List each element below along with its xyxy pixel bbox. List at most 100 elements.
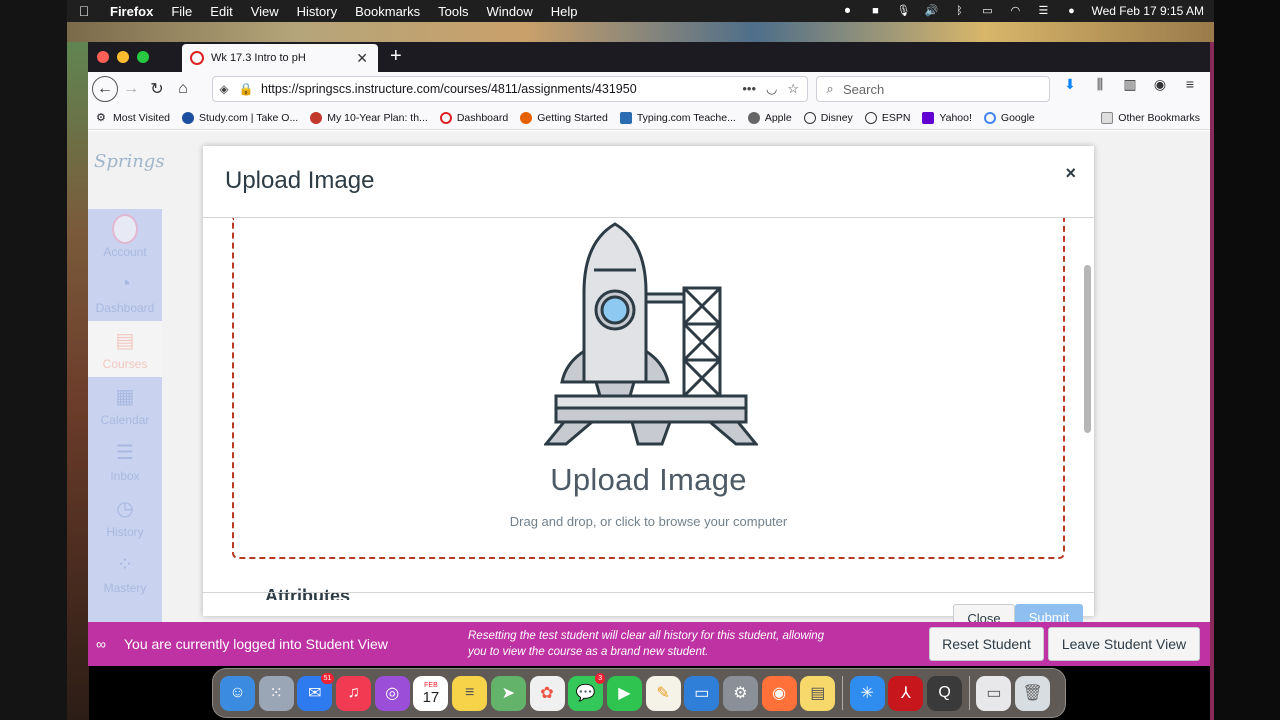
finder-icon[interactable]: ☺	[220, 675, 255, 711]
dock: ☺ ⁙ ✉ 51 ♫ ◎ FEB 17 ≡ ➤ ✿ 💬 3 ▶ ✎ ▭ ⚙ ◉ ▤ ✳…	[212, 668, 1066, 718]
system-preferences-icon[interactable]: ⚙	[722, 675, 758, 711]
library-icon[interactable]: ⫼	[1090, 76, 1110, 93]
stop-recording-icon[interactable]: ⏺	[839, 5, 855, 17]
sidebar-icon[interactable]: ▥	[1120, 76, 1140, 93]
control-center-icon[interactable]: ☰	[1035, 5, 1051, 17]
mail-icon[interactable]: ✉ 51	[297, 672, 335, 711]
downloads-icon[interactable]: ⬇	[1060, 76, 1080, 93]
bookmarks-toolbar: ⚙ Most Visited Study.com | Take O... My 1…	[88, 106, 1210, 130]
menu-view[interactable]: View	[242, 4, 288, 19]
lock-icon[interactable]: 🔒	[235, 82, 257, 96]
image-dropzone[interactable]: Upload Image Drag and drop, or click to …	[232, 218, 1065, 559]
canvas-favicon-icon	[439, 111, 452, 124]
siri-icon[interactable]: ●	[1063, 5, 1079, 17]
bookmark-other[interactable]: Other Bookmarks	[1101, 111, 1200, 124]
bookmark-google[interactable]: Google	[983, 111, 1035, 124]
forward-arrow-icon[interactable]: →	[118, 76, 144, 102]
messages-icon[interactable]: 💬 3	[568, 672, 606, 711]
apple-icon[interactable]: 	[67, 3, 101, 19]
menu-bar:  Firefox File Edit View History Bookmar…	[67, 0, 1214, 22]
page-actions-icon[interactable]: •••	[742, 81, 756, 97]
modal-scrollbar[interactable]	[1084, 265, 1091, 433]
search-field[interactable]: ⌕ Search	[816, 76, 1050, 102]
nav-account[interactable]: Account	[88, 209, 162, 265]
camera-icon[interactable]: ■	[867, 5, 883, 17]
pocket-icon[interactable]: ◡	[766, 81, 777, 97]
menubar-clock[interactable]: Wed Feb 17 9:15 AM	[1091, 4, 1204, 18]
nav-dashboard[interactable]: ◔ Dashboard	[88, 265, 162, 321]
bookmark-study[interactable]: Study.com | Take O...	[182, 111, 298, 124]
back-arrow-icon[interactable]: ←	[92, 76, 118, 102]
account-icon[interactable]: ◉	[1150, 76, 1170, 93]
menu-history[interactable]: History	[288, 4, 346, 19]
nav-history[interactable]: ◷ History	[88, 489, 162, 545]
bookmark-getting-started[interactable]: Getting Started	[520, 111, 608, 124]
menu-app-name[interactable]: Firefox	[101, 4, 162, 19]
menu-tools[interactable]: Tools	[429, 4, 477, 19]
volume-icon[interactable]: 🔊	[923, 5, 939, 17]
nav-calendar[interactable]: ▦ Calendar	[88, 377, 162, 433]
student-view-message: You are currently logged into Student Vi…	[124, 636, 388, 652]
firefox-icon[interactable]: ◉	[761, 675, 797, 711]
menu-window[interactable]: Window	[478, 4, 542, 19]
podcasts-icon[interactable]: ◎	[374, 675, 410, 711]
tab-close-icon[interactable]: ✕	[356, 50, 368, 67]
bookmark-typing[interactable]: Typing.com Teache...	[619, 111, 736, 124]
notes-icon[interactable]: ≡	[452, 675, 488, 711]
battery-icon[interactable]: ▭	[979, 5, 995, 17]
window-zoom-button[interactable]	[137, 51, 149, 63]
bookmark-label: Other Bookmarks	[1118, 111, 1200, 124]
tracking-shield-icon[interactable]: ◈	[213, 82, 235, 96]
reload-icon[interactable]: ↻	[144, 76, 170, 102]
music-icon[interactable]: ♫	[336, 675, 372, 711]
leave-student-view-button[interactable]: Leave Student View	[1048, 627, 1200, 661]
acrobat-icon[interactable]: ⅄	[888, 675, 924, 711]
facetime-icon[interactable]: ▶	[606, 675, 642, 711]
browser-window: Wk 17.3 Intro to pH ✕ + ← → ↻ ⌂ ◈ 🔒 http…	[88, 42, 1210, 662]
window-minimize-button[interactable]	[117, 51, 129, 63]
nav-label: Courses	[102, 356, 148, 371]
hamburger-menu-icon[interactable]: ≡	[1180, 76, 1200, 93]
stickies-icon[interactable]: ▤	[800, 675, 836, 711]
bookmark-disney[interactable]: Disney	[803, 111, 853, 124]
keynote-icon[interactable]: ▭	[684, 675, 720, 711]
maps-icon[interactable]: ➤	[490, 675, 526, 711]
bookmark-dashboard[interactable]: Dashboard	[439, 111, 509, 124]
site-logo[interactable]: Springs	[94, 151, 165, 172]
pages-icon[interactable]: ✎	[645, 675, 681, 711]
bookmark-10-year-plan[interactable]: My 10-Year Plan: th...	[310, 111, 428, 124]
home-icon[interactable]: ⌂	[170, 76, 196, 102]
nav-mastery[interactable]: ⁘ Mastery	[88, 545, 162, 601]
quicktime-icon[interactable]: Q	[927, 675, 963, 711]
calendar-app-icon[interactable]: FEB 17	[413, 675, 449, 711]
dashboard-gauge-icon: ◔	[118, 273, 132, 295]
bookmark-most-visited[interactable]: ⚙ Most Visited	[96, 112, 170, 124]
nav-inbox[interactable]: ☰ Inbox	[88, 433, 162, 489]
browser-tab[interactable]: Wk 17.3 Intro to pH ✕	[182, 44, 378, 72]
launchpad-icon[interactable]: ⁙	[258, 675, 294, 711]
bookmark-yahoo[interactable]: Yahoo!	[922, 111, 972, 124]
url-bar[interactable]: ◈ 🔒 https://springscs.instructure.com/co…	[212, 76, 808, 102]
bookmark-espn[interactable]: ESPN	[864, 111, 910, 124]
trash-icon[interactable]: 🗑	[1015, 675, 1051, 711]
window-close-button[interactable]	[97, 51, 109, 63]
nav-courses[interactable]: ▤ Courses	[88, 321, 162, 377]
reset-student-button[interactable]: Reset Student	[929, 627, 1044, 661]
bookmark-star-icon[interactable]: ☆	[787, 81, 799, 97]
menu-file[interactable]: File	[162, 4, 201, 19]
bookmark-apple[interactable]: Apple	[747, 111, 792, 124]
downloads-stack-icon[interactable]: ▭	[976, 675, 1012, 711]
new-tab-icon[interactable]: +	[390, 45, 402, 68]
url-text[interactable]: https://springscs.instructure.com/course…	[261, 82, 637, 96]
bookmark-label: Dashboard	[456, 111, 509, 124]
bluetooth-icon[interactable]: ᛒ	[951, 5, 967, 17]
photos-icon[interactable]: ✿	[529, 675, 565, 711]
microphone-icon[interactable]: 🎙	[895, 5, 911, 17]
bookmark-label: Disney	[820, 111, 853, 124]
wifi-icon[interactable]: ◠	[1007, 5, 1023, 17]
modal-close-icon[interactable]: ×	[1065, 163, 1076, 184]
menu-help[interactable]: Help	[542, 4, 587, 19]
safari-icon[interactable]: ✳	[849, 675, 885, 711]
menu-edit[interactable]: Edit	[201, 4, 241, 19]
menu-bookmarks[interactable]: Bookmarks	[346, 4, 429, 19]
